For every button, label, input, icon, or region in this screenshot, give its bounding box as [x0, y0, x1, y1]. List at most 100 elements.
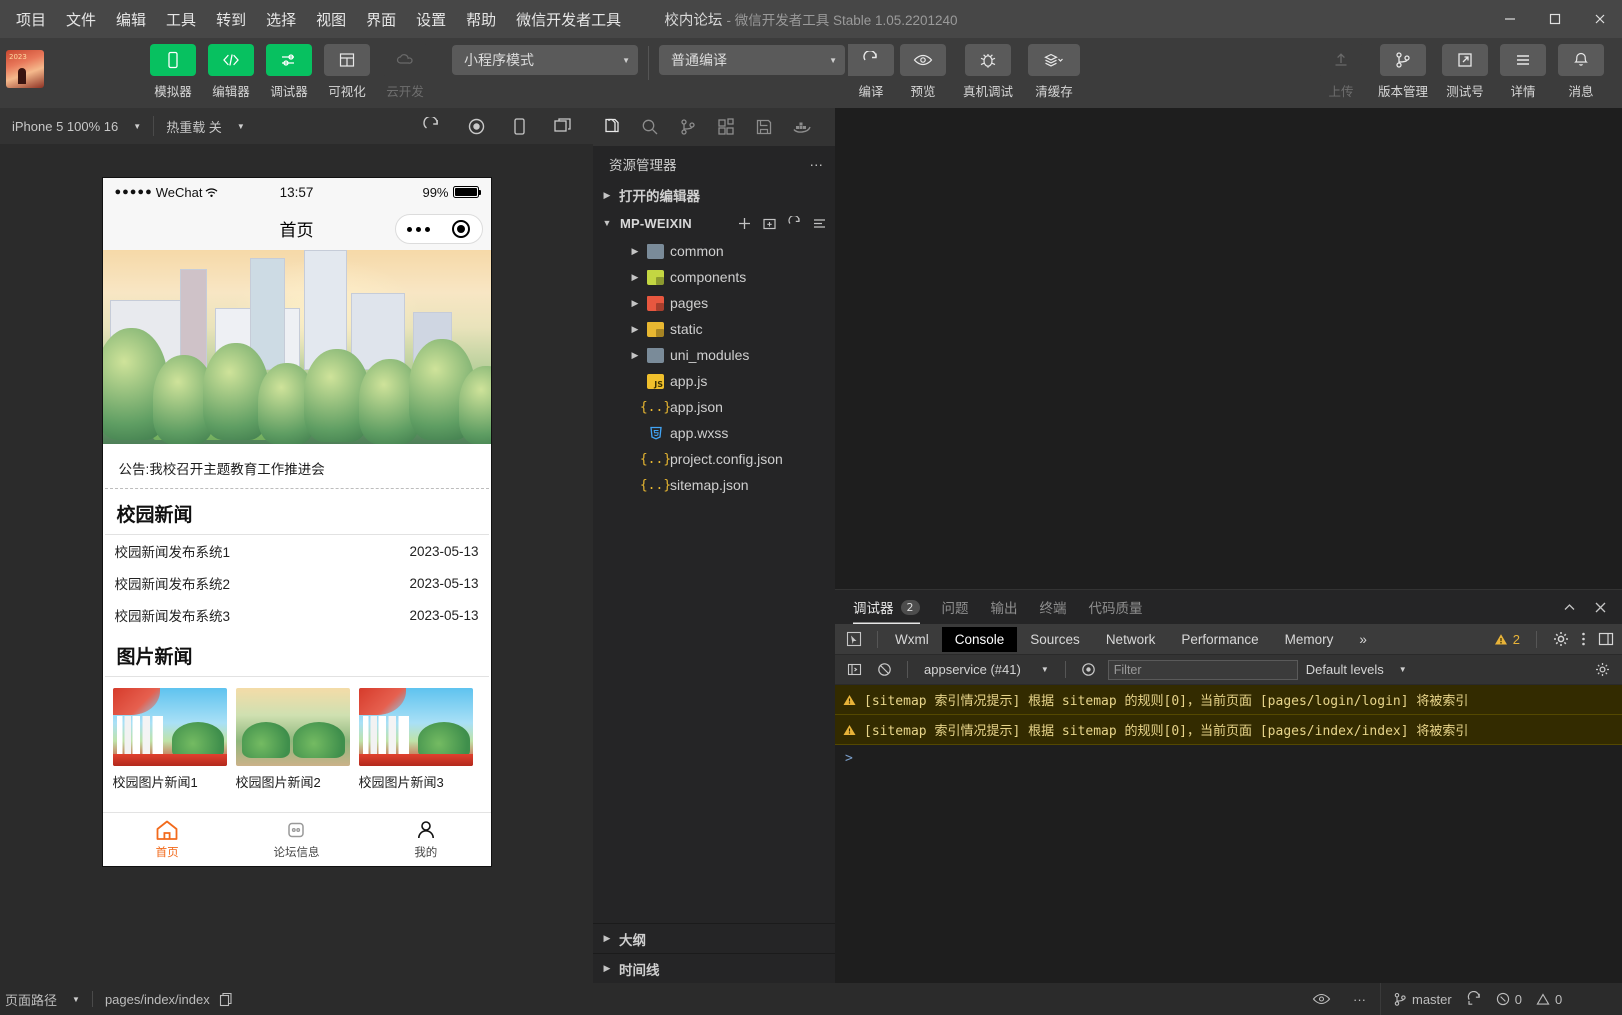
console-context-select[interactable]: appservice (#41) ▼: [920, 662, 1053, 677]
picture-card[interactable]: 校园图片新闻1: [112, 688, 227, 791]
hot-reload-select[interactable]: 热重载 关 ▼: [154, 117, 257, 136]
messages-button[interactable]: 消息: [1552, 44, 1610, 100]
save-icon[interactable]: [745, 108, 783, 146]
menu-item-file[interactable]: 文件: [56, 4, 106, 35]
docker-icon[interactable]: [783, 108, 821, 146]
warning-count-item[interactable]: 0: [1536, 992, 1562, 1007]
kebab-menu-icon[interactable]: [1581, 631, 1586, 647]
list-item[interactable]: 校园新闻发布系统1 2023-05-13: [103, 535, 491, 567]
new-file-icon[interactable]: [737, 216, 752, 231]
open-editors-section[interactable]: ▶ 打开的编辑器: [593, 182, 835, 208]
close-capsule-icon[interactable]: [452, 220, 471, 238]
gear-icon[interactable]: [1553, 631, 1569, 647]
tree-item-common[interactable]: ▶ common: [593, 238, 835, 264]
console-sidebar-toggle-icon[interactable]: [843, 662, 865, 677]
menu-item-project[interactable]: 项目: [6, 4, 56, 35]
clear-console-icon[interactable]: [873, 662, 895, 677]
menu-item-select[interactable]: 选择: [256, 4, 306, 35]
close-icon[interactable]: [1577, 0, 1622, 38]
picture-card[interactable]: 校园图片新闻3: [358, 688, 473, 791]
simulator-button[interactable]: 模拟器: [144, 44, 202, 100]
tree-item-static[interactable]: ▶ static: [593, 316, 835, 342]
real-device-debug-button[interactable]: 真机调试: [957, 44, 1019, 100]
device-icon[interactable]: [512, 117, 527, 136]
wechat-capsule[interactable]: [394, 214, 483, 244]
more-dots-icon[interactable]: [406, 226, 430, 232]
collapse-icon[interactable]: [812, 216, 827, 231]
tab-network[interactable]: Network: [1093, 627, 1169, 652]
menu-item-goto[interactable]: 转到: [206, 4, 256, 35]
minimize-icon[interactable]: [1487, 0, 1532, 38]
console-filter-input[interactable]: Filter: [1107, 659, 1298, 680]
refresh-icon[interactable]: [422, 116, 441, 136]
editor-empty-area[interactable]: [835, 108, 1622, 589]
source-control-icon[interactable]: [669, 108, 707, 146]
device-select[interactable]: iPhone 5 100% 16 ▼: [0, 119, 153, 134]
live-expression-icon[interactable]: [1078, 662, 1100, 677]
details-button[interactable]: 详情: [1494, 44, 1552, 100]
debugger-button[interactable]: 调试器: [260, 44, 318, 100]
tab-profile[interactable]: 我的: [361, 813, 490, 866]
page-path-select[interactable]: 页面路径 ▼: [5, 990, 80, 1009]
compile-select[interactable]: 普通编译 ▼: [659, 45, 845, 75]
window-icon[interactable]: [553, 117, 573, 136]
list-item[interactable]: 校园新闻发布系统3 2023-05-13: [103, 599, 491, 631]
tree-item-app-js[interactable]: JS app.js: [593, 368, 835, 394]
git-branch-item[interactable]: master: [1393, 992, 1452, 1007]
chevron-up-icon[interactable]: [1562, 600, 1577, 615]
extensions-icon[interactable]: [707, 108, 745, 146]
tree-item-pages[interactable]: ▶ pages: [593, 290, 835, 316]
console-warning-row[interactable]: [sitemap 索引情况提示] 根据 sitemap 的规则[0]，当前页面 …: [835, 685, 1622, 715]
search-icon[interactable]: [631, 108, 669, 146]
announcement-text[interactable]: 公告:我校召开主题教育工作推进会: [104, 444, 489, 489]
test-account-button[interactable]: 测试号: [1436, 44, 1494, 100]
refresh-icon[interactable]: [787, 215, 802, 231]
tree-item-uni-modules[interactable]: ▶ uni_modules: [593, 342, 835, 368]
picture-card[interactable]: 校园图片新闻2: [235, 688, 350, 791]
explorer-more-button[interactable]: ···: [810, 157, 824, 172]
gear-icon[interactable]: [1595, 662, 1610, 677]
maximize-icon[interactable]: [1532, 0, 1577, 38]
new-folder-icon[interactable]: [762, 216, 777, 231]
more-tabs-button[interactable]: »: [1346, 627, 1380, 652]
tab-performance[interactable]: Performance: [1168, 627, 1271, 652]
menu-item-ui[interactable]: 界面: [356, 4, 406, 35]
menu-item-settings[interactable]: 设置: [406, 4, 456, 35]
tree-item-app-wxss[interactable]: app.wxss: [593, 420, 835, 446]
menu-item-help[interactable]: 帮助: [456, 4, 506, 35]
console-levels-select[interactable]: Default levels ▼: [1306, 662, 1407, 677]
tree-item-sitemap[interactable]: {..} sitemap.json: [593, 472, 835, 498]
preview-button[interactable]: 预览: [897, 44, 949, 100]
mode-select[interactable]: 小程序模式 ▼: [452, 45, 638, 75]
outline-section[interactable]: ▶ 大纲: [593, 923, 835, 953]
tab-code-quality[interactable]: 代码质量: [1089, 590, 1143, 624]
menu-item-devtools[interactable]: 微信开发者工具: [506, 4, 631, 35]
tree-item-app-json[interactable]: {..} app.json: [593, 394, 835, 420]
tree-item-project-config[interactable]: {..} project.config.json: [593, 446, 835, 472]
project-root-row[interactable]: ▼ MP-WEIXIN: [593, 208, 835, 238]
menu-item-tools[interactable]: 工具: [156, 4, 206, 35]
tab-home[interactable]: 首页: [103, 813, 232, 866]
list-item[interactable]: 校园新闻发布系统2 2023-05-13: [103, 567, 491, 599]
visualization-button[interactable]: 可视化: [318, 44, 376, 100]
clear-cache-button[interactable]: 清缓存: [1025, 44, 1083, 100]
tab-wxml[interactable]: Wxml: [882, 627, 942, 652]
tab-sources[interactable]: Sources: [1017, 627, 1093, 652]
tab-problems[interactable]: 问题: [942, 590, 969, 624]
console-prompt[interactable]: >: [835, 745, 1622, 772]
status-more-button[interactable]: ···: [1353, 992, 1366, 1007]
compile-button[interactable]: 编译: [845, 44, 897, 100]
copy-icon[interactable]: [219, 992, 233, 1007]
timeline-section[interactable]: ▶ 时间线: [593, 953, 835, 983]
record-icon[interactable]: [467, 117, 486, 136]
menu-item-edit[interactable]: 编辑: [106, 4, 156, 35]
warning-count-chip[interactable]: 2: [1494, 632, 1520, 647]
inspect-element-icon[interactable]: [835, 631, 873, 647]
version-control-button[interactable]: 版本管理: [1370, 44, 1436, 100]
dock-icon[interactable]: [1598, 631, 1614, 647]
tab-debugger[interactable]: 调试器 2: [853, 590, 920, 624]
sync-icon[interactable]: [1466, 991, 1482, 1007]
editor-button[interactable]: 编辑器: [202, 44, 260, 100]
tab-terminal[interactable]: 终端: [1040, 590, 1067, 624]
menu-item-view[interactable]: 视图: [306, 4, 356, 35]
